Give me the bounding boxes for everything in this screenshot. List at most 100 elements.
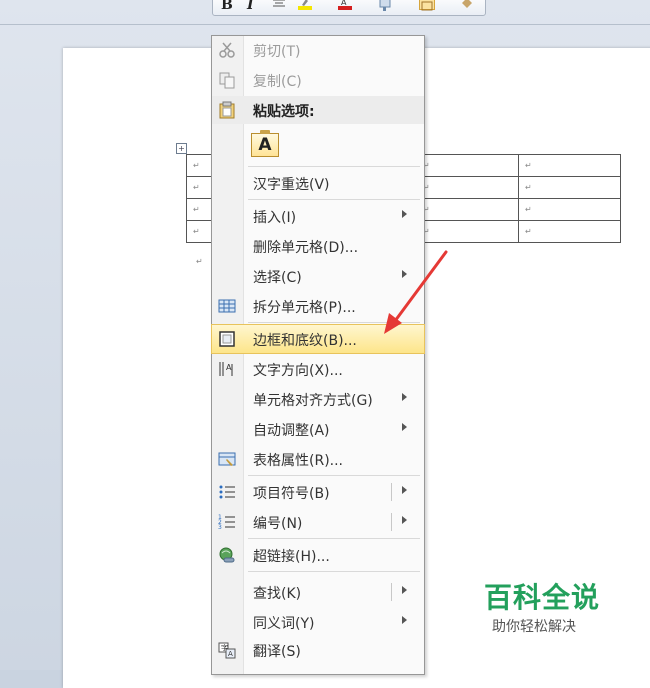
- shading-icon[interactable]: [459, 0, 475, 10]
- table-cell[interactable]: ↵: [518, 198, 621, 221]
- menu-label: 边框和底纹(B)...: [253, 333, 357, 349]
- menu-label: 翻译(S): [253, 644, 301, 660]
- menu-label: 选择(C): [253, 270, 302, 286]
- menu-item-translate[interactable]: 字A 翻译(S): [212, 636, 424, 664]
- clip-icon: [260, 130, 270, 134]
- submenu-arrow-icon[interactable]: [402, 486, 407, 494]
- format-painter-icon[interactable]: [377, 0, 393, 11]
- menu-label: 单元格对齐方式(G): [253, 393, 373, 409]
- menu-label: 剪切(T): [253, 44, 301, 60]
- scissors-icon: [218, 41, 236, 59]
- menu-separator: [248, 571, 420, 572]
- menu-label: 删除单元格(D)...: [253, 240, 359, 256]
- menu-item-select[interactable]: 选择(C): [212, 262, 424, 290]
- submenu-arrow-icon: [402, 423, 407, 431]
- text-direction-icon: A: [218, 360, 236, 378]
- watermark: 百科全说 助你轻松解决: [484, 582, 614, 636]
- menu-label: 自动调整(A): [253, 423, 330, 439]
- menu-label: 复制(C): [253, 74, 302, 90]
- ruler-divider: [0, 24, 650, 25]
- svg-text:A: A: [226, 363, 232, 372]
- submenu-arrow-icon: [402, 393, 407, 401]
- menu-item-insert[interactable]: 插入(I): [212, 202, 424, 230]
- menu-item-synonyms[interactable]: 同义词(Y): [212, 608, 424, 636]
- menu-item-cell-alignment[interactable]: 单元格对齐方式(G): [212, 385, 424, 413]
- menu-item-borders-shading[interactable]: 边框和底纹(B)...: [211, 324, 425, 354]
- menu-label: 表格属性(R)...: [253, 453, 344, 469]
- menu-separator: [248, 199, 420, 200]
- svg-text:A: A: [341, 0, 347, 7]
- menu-label: 项目符号(B): [253, 486, 330, 502]
- menu-label: 查找(K): [253, 586, 302, 602]
- menu-item-lookup[interactable]: 查找(K): [212, 578, 424, 606]
- copy-icon: [218, 71, 236, 89]
- table-cell[interactable]: ↵: [416, 220, 519, 243]
- submenu-arrow-icon: [402, 616, 407, 624]
- table-cell[interactable]: ↵: [518, 176, 621, 199]
- highlight-color-icon[interactable]: [297, 0, 313, 10]
- menu-label: 拆分单元格(P)...: [253, 300, 356, 316]
- split-cells-icon: [218, 297, 236, 315]
- paste-option-label: A: [258, 135, 272, 155]
- menu-label: 文字方向(X)...: [253, 363, 343, 379]
- menu-label: 超链接(H)...: [253, 549, 330, 565]
- submenu-arrow-icon: [402, 270, 407, 278]
- svg-text:A: A: [228, 650, 233, 658]
- menu-item-numbering[interactable]: 123 编号(N): [212, 508, 424, 536]
- menu-label: 编号(N): [253, 516, 303, 532]
- menu-item-split-cells[interactable]: 拆分单元格(P)...: [212, 292, 424, 320]
- menu-item-hyperlink[interactable]: 超链接(H)...: [212, 541, 424, 569]
- submenu-arrow-icon[interactable]: [402, 516, 407, 524]
- paragraph-mark: ↵: [196, 257, 203, 266]
- menu-item-autofit[interactable]: 自动调整(A): [212, 415, 424, 443]
- paste-keep-text-only-button[interactable]: A: [251, 130, 279, 157]
- menu-label: 插入(I): [253, 210, 297, 226]
- table-cell[interactable]: ↵: [416, 154, 519, 177]
- menu-label: 同义词(Y): [253, 616, 315, 632]
- submenu-arrow-icon[interactable]: [402, 586, 407, 594]
- table-properties-icon: [218, 450, 236, 468]
- mini-toolbar: B I A: [212, 0, 486, 16]
- table-cell[interactable]: ↵: [518, 220, 621, 243]
- split-divider: [391, 513, 392, 531]
- menu-item-hanzi-reselect[interactable]: 汉字重选(V): [212, 169, 424, 197]
- submenu-arrow-icon: [402, 210, 407, 218]
- table-cell[interactable]: ↵: [186, 220, 213, 243]
- table-cell[interactable]: ↵: [416, 198, 519, 221]
- bold-button[interactable]: B: [221, 0, 233, 13]
- context-menu: 剪切(T) 复制(C) 粘贴选项: A 汉字重选(V) 插入(I) 删除单元格(…: [211, 35, 425, 675]
- menu-separator: [248, 166, 420, 167]
- menu-item-cut[interactable]: 剪切(T): [212, 36, 424, 64]
- menu-item-text-direction[interactable]: A 文字方向(X)...: [212, 355, 424, 383]
- borders-icon: [218, 330, 236, 348]
- bullets-icon: [218, 483, 236, 501]
- center-align-icon[interactable]: [271, 0, 287, 10]
- font-color-icon[interactable]: A: [337, 0, 353, 10]
- menu-item-bullets[interactable]: 项目符号(B): [212, 478, 424, 506]
- menu-label: 粘贴选项:: [253, 104, 315, 120]
- paste-options-header: 粘贴选项:: [212, 96, 424, 124]
- table-cell[interactable]: ↵: [186, 198, 213, 221]
- table-cell[interactable]: ↵: [186, 176, 213, 199]
- menu-item-table-properties[interactable]: 表格属性(R)...: [212, 445, 424, 473]
- hyperlink-globe-icon: [218, 546, 236, 564]
- watermark-subtitle: 助你轻松解决: [492, 619, 576, 635]
- table-cell[interactable]: ↵: [186, 154, 213, 177]
- split-divider: [391, 483, 392, 501]
- menu-item-delete-cells[interactable]: 删除单元格(D)...: [212, 232, 424, 260]
- svg-text:3: 3: [218, 524, 222, 531]
- menu-separator: [248, 322, 420, 323]
- translate-icon: 字A: [218, 641, 236, 659]
- split-divider: [391, 583, 392, 601]
- menu-label: 汉字重选(V): [253, 177, 330, 193]
- italic-button[interactable]: I: [247, 0, 254, 13]
- clipboard-icon: [218, 101, 236, 119]
- table-cell[interactable]: ↵: [518, 154, 621, 177]
- move-table-icon[interactable]: +: [176, 143, 187, 154]
- numbering-icon: 123: [218, 513, 236, 531]
- menu-separator: [248, 475, 420, 476]
- menu-separator: [248, 538, 420, 539]
- table-style-icon[interactable]: [419, 0, 435, 11]
- table-cell[interactable]: ↵: [416, 176, 519, 199]
- menu-item-copy[interactable]: 复制(C): [212, 66, 424, 94]
